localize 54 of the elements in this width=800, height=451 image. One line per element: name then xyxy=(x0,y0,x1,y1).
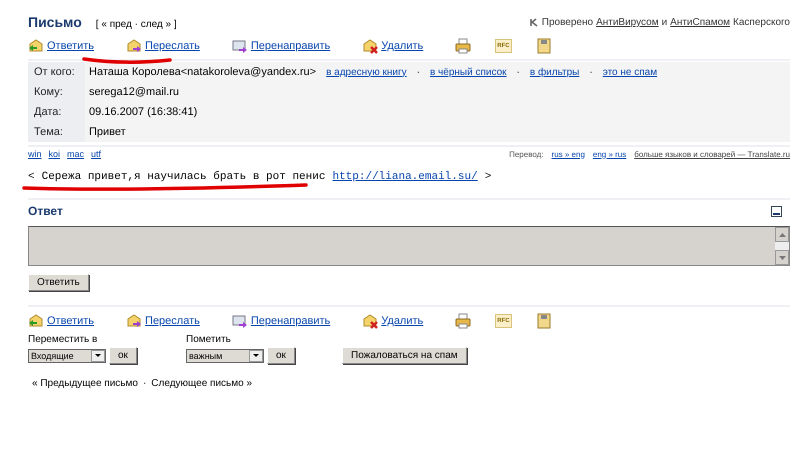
toolbar-link[interactable]: Переслать xyxy=(145,40,200,52)
encoding-link[interactable]: koi xyxy=(48,149,60,159)
translate-link[interactable]: eng » rus xyxy=(592,150,626,158)
check-text: Проверено xyxy=(542,17,594,28)
reply-button[interactable]: Ответить xyxy=(28,274,89,291)
sender-action-link[interactable]: в фильтры xyxy=(530,66,580,78)
prev-next-nav[interactable]: [ « пред · след » ] xyxy=(96,19,177,30)
separator-dot: · xyxy=(416,66,420,78)
field-label: От кого: xyxy=(33,65,76,80)
sender-action-link[interactable]: в чёрный список xyxy=(430,66,507,78)
folder-select[interactable]: Входящие xyxy=(28,348,106,362)
toolbar-link[interactable]: Ответить xyxy=(47,40,94,52)
reply-section-title: Ответ xyxy=(28,204,63,218)
translate-link[interactable]: больше языков и словарей — Translate.ru xyxy=(634,150,790,158)
field-label: Кому: xyxy=(33,85,64,100)
message-link[interactable]: http://liana.email.su/ xyxy=(332,171,478,183)
toolbar-link[interactable]: Перенаправить xyxy=(250,40,330,52)
move-ok-button[interactable]: ок xyxy=(109,347,137,364)
mark-label: Пометить xyxy=(186,334,232,345)
page-title: Письмо xyxy=(28,14,82,30)
toolbar-link[interactable]: Удалить xyxy=(381,40,424,52)
toolbar-link[interactable]: Ответить xyxy=(47,315,94,327)
encoding-link[interactable]: win xyxy=(28,149,42,159)
message-bracket: > xyxy=(484,171,492,183)
message-bracket: < xyxy=(28,171,35,183)
prev-message-link[interactable]: « Предыдущее письмо xyxy=(32,378,138,389)
field-value: Привет xyxy=(89,126,126,138)
antispam-link[interactable]: АнтиСпамом xyxy=(670,17,730,28)
toolbar-link[interactable]: Перенаправить xyxy=(250,315,330,327)
check-text: Касперского xyxy=(733,17,790,28)
check-text: и xyxy=(662,17,668,28)
field-label: Дата: xyxy=(33,105,62,120)
toolbar-link[interactable]: Удалить xyxy=(381,315,424,327)
field-value: 09.16.2007 (16:38:41) xyxy=(89,106,198,118)
separator-dot: · xyxy=(142,378,146,389)
move-label: Переместить в xyxy=(28,334,98,345)
separator-dot: · xyxy=(516,66,520,78)
sender-action-link[interactable]: это не спам xyxy=(602,66,658,78)
toolbar-link[interactable]: Переслать xyxy=(145,315,200,327)
translate-link[interactable]: rus » eng xyxy=(552,150,585,158)
field-value: Наташа Королева<natakoroleva@yandex.ru> xyxy=(89,66,316,78)
message-text: Сережа привет,я научилась брать в рот пенис xyxy=(42,171,326,183)
sender-action-link[interactable]: в адресную книгу xyxy=(326,66,407,78)
report-spam-button[interactable]: Пожаловаться на спам xyxy=(342,347,467,364)
field-value: serega12@mail.ru xyxy=(89,86,180,98)
encoding-link[interactable]: utf xyxy=(91,149,102,159)
translate-label: Перевод: xyxy=(509,150,544,158)
field-label: Тема: xyxy=(33,125,64,140)
next-message-link[interactable]: Следующее письмо » xyxy=(151,378,252,389)
separator-dot: · xyxy=(589,66,593,78)
encoding-link[interactable]: mac xyxy=(67,149,84,159)
antivirus-link[interactable]: АнтиВирусом xyxy=(596,17,659,28)
mark-ok-button[interactable]: ок xyxy=(267,347,295,364)
mark-select[interactable]: важным xyxy=(186,348,264,362)
